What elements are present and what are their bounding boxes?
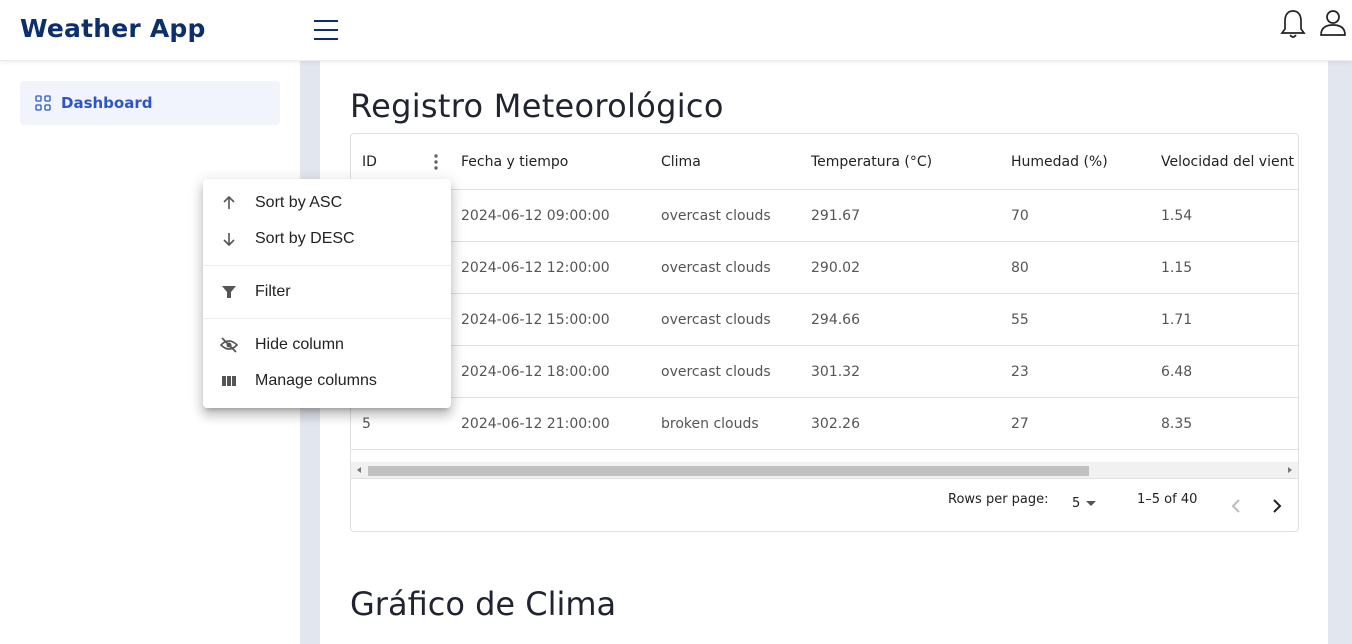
menu-item-label: Hide column [255,336,344,353]
pagination-range: 1–5 of 40 [1137,492,1198,507]
user-icon[interactable] [1318,8,1348,38]
cell-velocidad: 1.15 [1161,260,1193,276]
table-row[interactable]: 2024-06-12 18:00:00 overcast clouds 301.… [351,346,1298,398]
table-row[interactable]: 5 2024-06-12 21:00:00 broken clouds 302.… [351,398,1298,450]
app-title: Weather App [20,14,206,43]
filter-icon [222,286,236,298]
cell-velocidad: 8.35 [1161,416,1193,432]
cell-humedad: 80 [1011,260,1029,276]
sidebar-item-dashboard[interactable]: Dashboard [20,81,280,125]
cell-velocidad: 6.48 [1161,364,1193,380]
chevron-left-icon[interactable] [1227,496,1247,516]
scroll-right-icon[interactable] [1286,466,1294,474]
cell-fecha: 2024-06-12 15:00:00 [461,312,610,328]
menu-item-label: Sort by DESC [255,230,355,247]
cell-clima: overcast clouds [661,312,771,328]
rows-per-page-select[interactable]: 5 [1072,496,1097,511]
menu-item-sort-asc[interactable]: Sort by ASC [203,185,451,221]
pagination-footer: Rows per page: 5 1–5 of 40 [351,478,1298,531]
page-title: Registro Meteorológico [350,87,724,125]
menu-item-manage-columns[interactable]: Manage columns [203,363,451,399]
cell-velocidad: 1.71 [1161,312,1193,328]
table-row[interactable]: 2024-06-12 15:00:00 overcast clouds 294.… [351,294,1298,346]
table-row[interactable]: 2024-06-12 09:00:00 overcast clouds 291.… [351,190,1298,242]
cell-humedad: 23 [1011,364,1029,380]
cell-temperatura: 291.67 [811,208,860,224]
content-gutter-right [1328,61,1352,644]
table-row[interactable]: 2024-06-12 12:00:00 overcast clouds 290.… [351,242,1298,294]
cell-clima: broken clouds [661,416,759,432]
column-header-temperatura[interactable]: Temperatura (°C) [811,134,932,189]
scroll-left-icon[interactable] [355,466,363,474]
menu-item-hide-column[interactable]: Hide column [203,327,451,363]
cell-temperatura: 301.32 [811,364,860,380]
cell-fecha: 2024-06-12 21:00:00 [461,416,610,432]
arrow-up-icon [223,195,235,209]
cell-humedad: 70 [1011,208,1029,224]
column-header-velocidad[interactable]: Velocidad del vient [1161,134,1294,189]
chevron-right-icon[interactable] [1266,496,1286,516]
eye-off-icon [220,337,238,353]
cell-fecha: 2024-06-12 18:00:00 [461,364,610,380]
columns-icon [222,376,236,386]
column-menu-icon[interactable] [430,153,442,171]
cell-temperatura: 302.26 [811,416,860,432]
scrollbar-thumb[interactable] [368,466,1089,476]
grid-header: ID Fecha y tiempo Clima Temperatura (°C)… [351,134,1298,190]
menu-icon[interactable] [312,17,340,43]
menu-item-label: Filter [255,283,291,300]
cell-humedad: 27 [1011,416,1029,432]
cell-clima: overcast clouds [661,260,771,276]
cell-fecha: 2024-06-12 09:00:00 [461,208,610,224]
data-grid: ID Fecha y tiempo Clima Temperatura (°C)… [350,133,1299,532]
cell-humedad: 55 [1011,312,1029,328]
column-header-clima[interactable]: Clima [661,134,701,189]
cell-clima: overcast clouds [661,208,771,224]
column-menu: Sort by ASC Sort by DESC Filter Hide col… [203,179,451,408]
top-app-bar: Weather App [0,0,1352,61]
dashboard-grid-icon [35,95,51,111]
horizontal-scrollbar[interactable] [351,462,1298,478]
caret-down-icon [1086,500,1097,506]
cell-clima: overcast clouds [661,364,771,380]
cell-temperatura: 294.66 [811,312,860,328]
menu-item-label: Manage columns [255,372,377,389]
cell-velocidad: 1.54 [1161,208,1193,224]
arrow-down-icon [223,233,235,247]
rows-per-page-label: Rows per page: [948,492,1049,507]
main-content: Registro Meteorológico ID Fecha y tiempo… [320,61,1328,644]
sidebar-item-label: Dashboard [61,94,153,112]
menu-divider [203,318,451,319]
column-header-fecha[interactable]: Fecha y tiempo [461,134,568,189]
column-header-humedad[interactable]: Humedad (%) [1011,134,1108,189]
menu-divider [203,265,451,266]
rows-per-page-value: 5 [1072,496,1081,511]
chart-section-title: Gráfico de Clima [350,585,617,623]
cell-temperatura: 290.02 [811,260,860,276]
menu-item-filter[interactable]: Filter [203,274,451,310]
menu-item-label: Sort by ASC [255,194,343,211]
bell-icon[interactable] [1280,8,1306,40]
cell-fecha: 2024-06-12 12:00:00 [461,260,610,276]
menu-item-sort-desc[interactable]: Sort by DESC [203,221,451,257]
